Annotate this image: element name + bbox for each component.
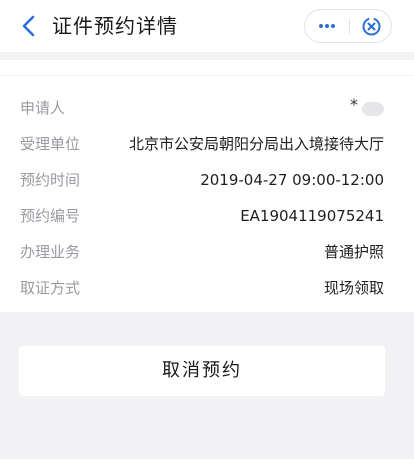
detail-row-service: 办理业务 普通护照 [0, 234, 414, 270]
detail-value: 现场领取 [323, 279, 384, 297]
nav-bar: 证件预约详情 [0, 0, 414, 52]
appointment-detail-page: 证件预约详情 申请人 * 受理单位 北京市公安局朝阳分局出入境接待大厅 预约时间… [0, 0, 414, 459]
detail-row-applicant: 申请人 * [0, 90, 414, 126]
chevron-left-icon [22, 15, 35, 37]
detail-row-number: 预约编号 EA1904119075241 [0, 198, 414, 234]
detail-row-office: 受理单位 北京市公安局朝阳分局出入境接待大厅 [0, 126, 414, 162]
close-circle-icon [362, 16, 381, 36]
page-title: 证件预约详情 [52, 14, 178, 38]
masked-name-blur [362, 102, 384, 116]
detail-label: 申请人 [20, 99, 66, 117]
more-dots-icon [331, 24, 335, 28]
detail-value: EA1904119075241 [240, 207, 384, 225]
card-top-divider [0, 60, 414, 76]
detail-label: 办理业务 [20, 243, 81, 261]
close-button[interactable] [350, 10, 392, 42]
detail-label: 预约时间 [20, 171, 81, 189]
detail-label: 受理单位 [20, 135, 81, 153]
back-button[interactable] [18, 12, 42, 40]
detail-row-pickup: 取证方式 现场领取 [0, 270, 414, 306]
detail-label: 预约编号 [20, 207, 81, 225]
more-dots-icon [325, 24, 329, 28]
detail-label: 取证方式 [20, 279, 81, 297]
detail-value: 普通护照 [323, 243, 384, 261]
appointment-info-card: 申请人 * 受理单位 北京市公安局朝阳分局出入境接待大厅 预约时间 2019-0… [0, 60, 414, 312]
cancel-appointment-button[interactable]: 取消预约 [19, 346, 385, 396]
detail-value: 北京市公安局朝阳分局出入境接待大厅 [128, 135, 384, 153]
detail-value: 2019-04-27 09:00-12:00 [200, 171, 384, 189]
more-button[interactable] [305, 10, 349, 42]
masked-applicant-name: * [350, 95, 358, 114]
mini-program-capsule [304, 9, 392, 43]
detail-row-time: 预约时间 2019-04-27 09:00-12:00 [0, 162, 414, 198]
more-dots-icon [319, 24, 323, 28]
